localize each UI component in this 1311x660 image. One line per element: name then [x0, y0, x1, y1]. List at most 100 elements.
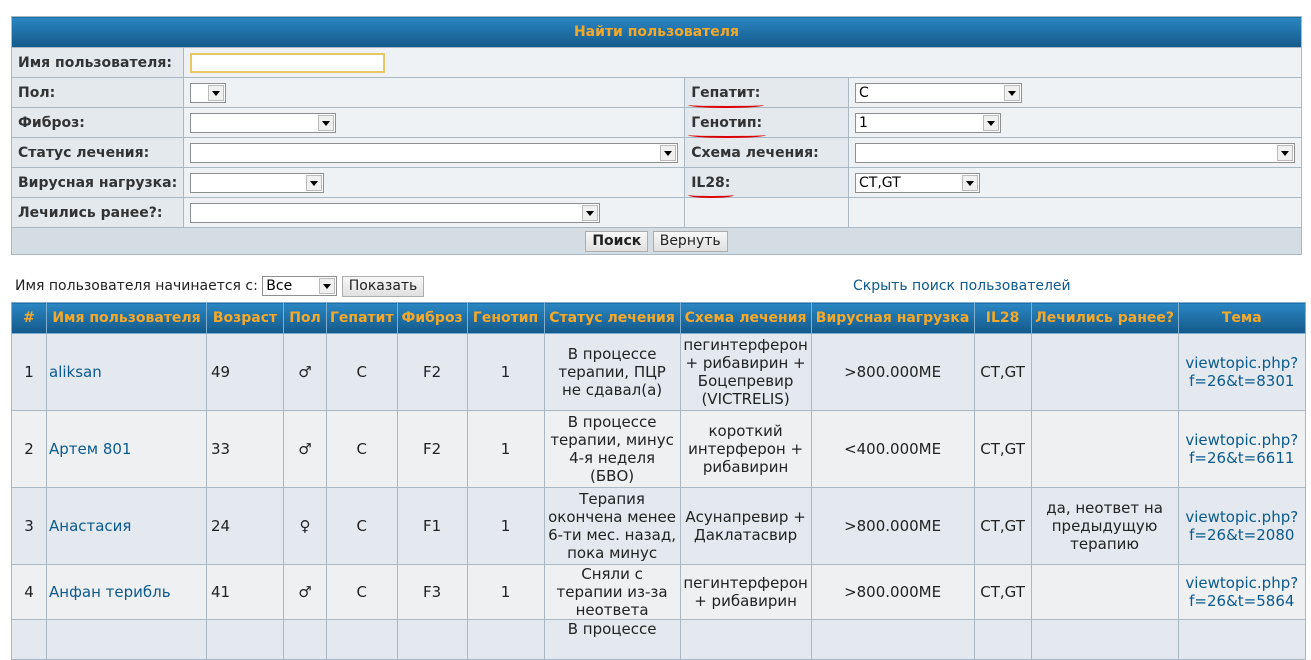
username-input[interactable]: [190, 52, 386, 73]
cell-age: 41: [206, 564, 284, 620]
chevron-down-icon: [1277, 144, 1293, 161]
reset-button[interactable]: Вернуть: [652, 230, 728, 252]
hepatitis-select[interactable]: C: [855, 82, 1022, 103]
chevron-down-icon: [660, 144, 677, 161]
col-header-il28[interactable]: IL28: [973, 302, 1032, 334]
gender-male-icon: ♂: [283, 410, 327, 488]
cell-treated-before: [1030, 333, 1179, 411]
cell-status: Сняли с терапии из-за неответа: [543, 564, 681, 620]
treatment-scheme-select[interactable]: [855, 142, 1295, 163]
hepatitis-label: Гепатит:: [688, 84, 765, 108]
cell-hepatitis: C: [326, 333, 398, 411]
chevron-down-icon: [962, 174, 978, 191]
show-button[interactable]: Показать: [341, 276, 425, 297]
fibrosis-select[interactable]: [190, 112, 337, 133]
col-header-topic[interactable]: Тема: [1177, 302, 1307, 334]
cell-number: 3: [11, 487, 47, 565]
cell-treated-before: да, неответ на предыдущую терапию: [1030, 487, 1179, 565]
results-table: # Имя пользователя Возраст Пол Гепатит Ф…: [11, 302, 1307, 660]
user-link[interactable]: aliksan: [49, 363, 102, 381]
topic-link[interactable]: viewtopic.php?f=26&t=5864: [1185, 574, 1298, 610]
search-button[interactable]: Поиск: [585, 230, 649, 252]
user-link[interactable]: Артем 801: [49, 440, 131, 458]
filter-letter-select[interactable]: Все: [262, 276, 338, 296]
cell-il28: CT,GT: [973, 487, 1032, 565]
cell-genotype: 1: [466, 333, 545, 411]
cell-viral-load: >800.000МЕ: [810, 564, 975, 620]
cell-status: Терапия окончена менее 6-ти мес. назад, …: [543, 487, 681, 565]
cell-fibrosis: F1: [396, 487, 468, 565]
cell-number: [11, 619, 47, 660]
cell-fibrosis: F2: [396, 333, 468, 411]
cell-treated-before: [1030, 619, 1179, 660]
col-header-gender[interactable]: Пол: [283, 302, 327, 334]
gender-select[interactable]: [190, 82, 227, 103]
col-header-scheme[interactable]: Схема лечения: [679, 302, 812, 334]
cell-treated-before: [1030, 564, 1179, 620]
viral-load-label: Вирусная нагрузка:: [10, 167, 185, 198]
cell-viral-load: <400.000МЕ: [810, 410, 975, 488]
col-header-treated-before[interactable]: Лечились ранее?: [1030, 302, 1179, 334]
fibrosis-label: Фиброз:: [10, 107, 185, 138]
col-header-fibrosis[interactable]: Фиброз: [396, 302, 468, 334]
cell-genotype: [466, 619, 545, 660]
cell-viral-load: >800.000МЕ: [810, 487, 975, 565]
hide-search-link[interactable]: Скрыть поиск пользователей: [853, 278, 1071, 294]
results-header-row: # Имя пользователя Возраст Пол Гепатит Ф…: [11, 302, 1307, 334]
cell-age: 24: [206, 487, 284, 565]
col-header-number[interactable]: #: [11, 302, 47, 334]
chevron-down-icon: [319, 278, 336, 294]
cell-fibrosis: [396, 619, 468, 660]
cell-hepatitis: C: [326, 410, 398, 488]
cell-genotype: 1: [466, 564, 545, 620]
table-row: 3 Анастасия 24 ♀ C F1 1 Терапия окончена…: [11, 487, 1307, 565]
table-row: 2 Артем 801 33 ♂ C F2 1 В процессе терап…: [11, 410, 1307, 488]
il28-label: IL28:: [688, 174, 735, 198]
col-header-hepatitis[interactable]: Гепатит: [326, 302, 398, 334]
cell-hepatitis: [326, 619, 398, 660]
treated-before-label: Лечились ранее?:: [10, 197, 185, 228]
cell-scheme: Асунапревир + Даклатасвир: [679, 487, 812, 565]
genotype-label: Генотип:: [688, 114, 766, 138]
table-row: 4 Анфан терибль 41 ♂ C F3 1 Сняли с тера…: [11, 564, 1307, 620]
cell-hepatitis: C: [326, 564, 398, 620]
col-header-age[interactable]: Возраст: [206, 302, 284, 334]
cell-scheme: [679, 619, 812, 660]
il28-select[interactable]: CT,GT: [855, 172, 980, 193]
user-link[interactable]: Анастасия: [49, 517, 131, 535]
cell-genotype: 1: [466, 487, 545, 565]
treated-before-select[interactable]: [190, 202, 601, 223]
cell-gender: [283, 619, 327, 660]
col-header-status[interactable]: Статус лечения: [543, 302, 681, 334]
viral-load-select[interactable]: [190, 172, 325, 193]
topic-link[interactable]: viewtopic.php?f=26&t=2080: [1185, 508, 1298, 544]
cell-fibrosis: F2: [396, 410, 468, 488]
cell-number: 2: [11, 410, 47, 488]
cell-scheme: пегинтерферон + рибавирин + Боцепревир (…: [679, 333, 812, 411]
table-row: В процессе: [11, 619, 1307, 660]
username-filter: Имя пользователя начинается с: Все Показ…: [15, 276, 425, 297]
treatment-status-select[interactable]: [190, 142, 679, 163]
cell-age: 49: [206, 333, 284, 411]
table-row: 1 aliksan 49 ♂ C F2 1 В процессе терапии…: [11, 333, 1307, 411]
cell-age: 33: [206, 410, 284, 488]
col-header-username[interactable]: Имя пользователя: [46, 302, 207, 334]
cell-status: В процессе: [543, 619, 681, 660]
gender-male-icon: ♂: [283, 333, 327, 411]
treatment-status-label: Статус лечения:: [10, 137, 185, 168]
cell-genotype: 1: [466, 410, 545, 488]
user-link[interactable]: Анфан терибль: [49, 583, 171, 601]
topic-link[interactable]: viewtopic.php?f=26&t=8301: [1185, 354, 1298, 390]
filter-label: Имя пользователя начинается с:: [15, 278, 258, 294]
cell-fibrosis: F3: [396, 564, 468, 620]
col-header-genotype[interactable]: Генотип: [466, 302, 545, 334]
cell-status: В процессе терапии, минус 4-я неделя (БВ…: [543, 410, 681, 488]
chevron-down-icon: [208, 84, 225, 101]
chevron-down-icon: [1004, 84, 1020, 101]
genotype-select[interactable]: 1: [855, 112, 1001, 133]
col-header-viral-load[interactable]: Вирусная нагрузка: [810, 302, 975, 334]
chevron-down-icon: [306, 174, 323, 191]
cell-number: 1: [11, 333, 47, 411]
cell-status: В процессе терапии, ПЦР не сдавал(а): [543, 333, 681, 411]
topic-link[interactable]: viewtopic.php?f=26&t=6611: [1185, 431, 1298, 467]
